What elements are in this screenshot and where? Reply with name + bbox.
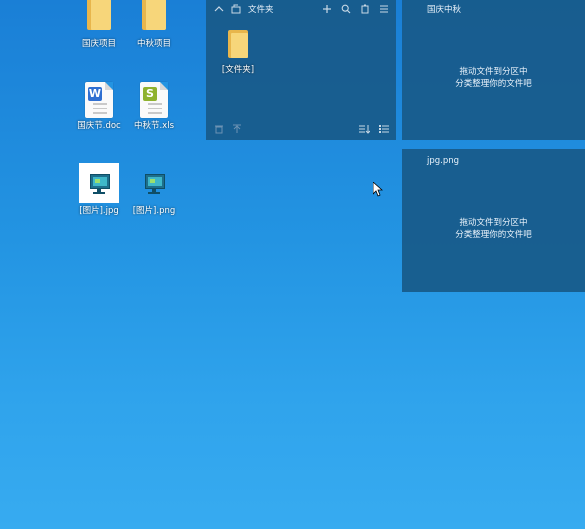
- desktop-icon-zhongqiu-xls[interactable]: S 中秋节.xls: [129, 82, 179, 132]
- list-view-icon[interactable]: [379, 124, 389, 134]
- desktop-icon-zhongqiu-folder[interactable]: 中秋项目: [129, 0, 179, 50]
- up-arrow-icon[interactable]: [232, 124, 242, 134]
- desktop-icon-image-jpg[interactable]: [图片].jpg: [74, 163, 124, 217]
- fence-hint-line: 分类整理你的文件吧: [455, 79, 532, 89]
- image-file-icon: [79, 163, 119, 203]
- fence-title: 文件夹: [248, 5, 274, 15]
- fence-item-label: [文件夹]: [221, 65, 255, 75]
- sort-icon[interactable]: [358, 124, 371, 134]
- desktop-icon-label: 国庆项目: [81, 39, 116, 49]
- image-file-icon: [134, 163, 174, 203]
- fence-hint-line: 分类整理你的文件吧: [455, 230, 532, 240]
- desktop-icon-label: [图片].png: [132, 206, 176, 216]
- desktop-icon-label: 中秋项目: [136, 39, 171, 49]
- add-icon[interactable]: [322, 4, 332, 14]
- fence-title: jpg.png: [427, 156, 460, 166]
- folder-icon: [228, 30, 248, 60]
- fence-hint-line: 拖动文件到分区中: [459, 218, 528, 228]
- desktop-icon-guoqing-folder[interactable]: 国庆项目: [74, 0, 124, 50]
- mouse-cursor-icon: [372, 181, 384, 200]
- desktop-icon-label: 国庆节.doc: [77, 121, 121, 131]
- fence-jpg-png[interactable]: jpg.png 拖动文件到分区中 分类整理你的文件吧: [402, 149, 585, 292]
- copy-icon[interactable]: [360, 4, 370, 14]
- fence-hint-line: 拖动文件到分区中: [459, 67, 528, 77]
- desktop-icon-label: [图片].jpg: [79, 206, 119, 216]
- fence-item-folder[interactable]: [文件夹]: [220, 30, 256, 76]
- fence-title: 国庆中秋: [427, 5, 462, 15]
- spreadsheet-icon: S: [140, 82, 168, 118]
- open-folder-icon[interactable]: [231, 4, 241, 14]
- fence-folder[interactable]: 文件夹 [文件夹]: [206, 0, 396, 140]
- word-document-icon: W: [85, 82, 113, 118]
- desktop-icon-image-png[interactable]: [图片].png: [129, 163, 179, 217]
- menu-icon[interactable]: [379, 4, 389, 14]
- desktop-icon-label: 中秋节.xls: [133, 121, 175, 131]
- collapse-icon[interactable]: [214, 4, 224, 14]
- fence-guoqing-zhongqiu[interactable]: 国庆中秋 拖动文件到分区中 分类整理你的文件吧: [402, 0, 585, 140]
- folder-icon: [142, 0, 166, 30]
- folder-icon: [87, 0, 111, 30]
- desktop-icon-guoqing-doc[interactable]: W 国庆节.doc: [74, 82, 124, 132]
- search-icon[interactable]: [341, 4, 351, 14]
- trash-icon[interactable]: [214, 124, 224, 134]
